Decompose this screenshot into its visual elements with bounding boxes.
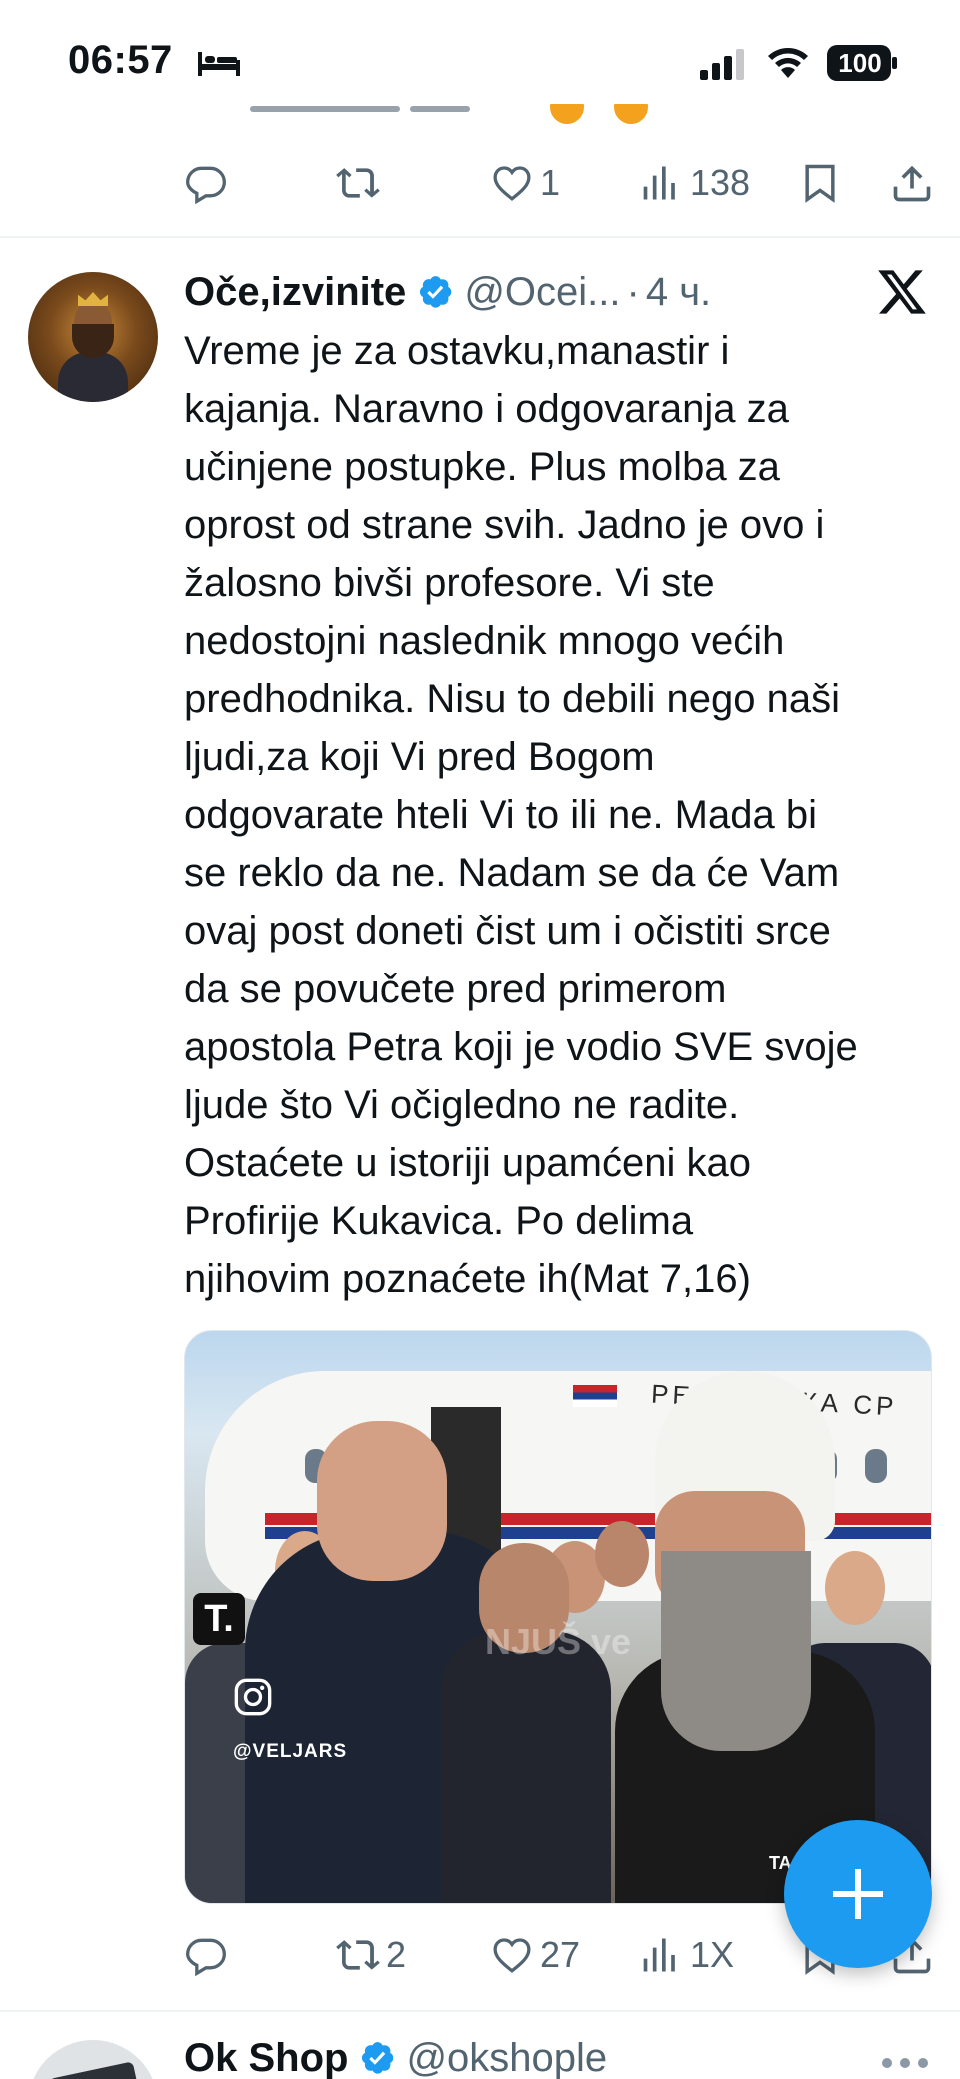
reply-icon bbox=[186, 166, 226, 205]
status-time: 06:57 bbox=[68, 38, 173, 82]
like-count: 1 bbox=[540, 162, 561, 203]
display-name[interactable]: Ok Shop bbox=[184, 2036, 348, 2079]
retweet-icon bbox=[336, 168, 380, 198]
avatar[interactable] bbox=[28, 2040, 158, 2079]
views-count: 1X bbox=[690, 1934, 735, 1975]
watermark-logo: T. bbox=[193, 1593, 245, 1645]
serbian-flag bbox=[573, 1385, 617, 1407]
heart-icon bbox=[493, 166, 531, 201]
divider bbox=[0, 236, 960, 238]
share-icon bbox=[893, 165, 931, 202]
status-bar: 06:57 100 bbox=[0, 0, 960, 116]
next-tweet-header: Ok Shop @okshople bbox=[184, 2030, 884, 2079]
plus-icon bbox=[833, 1869, 883, 1919]
bookmark-button[interactable] bbox=[798, 158, 842, 208]
signal-icon bbox=[700, 49, 744, 80]
bed-icon bbox=[198, 52, 240, 76]
reply-icon bbox=[186, 1938, 226, 1977]
reply-button[interactable] bbox=[184, 158, 234, 208]
verified-icon bbox=[362, 2042, 394, 2074]
divider bbox=[0, 2010, 960, 2012]
more-options-icon[interactable] bbox=[880, 2056, 930, 2070]
wifi-icon bbox=[768, 48, 808, 78]
watermark-center: NJUŠ ve bbox=[485, 1621, 632, 1662]
tweet-video[interactable]: РЕПУБЛИКА СР T. @VELJARS NJUŠ ve TA bbox=[184, 1330, 932, 1904]
previous-tweet-text-fragment bbox=[250, 104, 670, 124]
bookmark-icon bbox=[805, 164, 835, 203]
views-icon bbox=[643, 1938, 675, 1972]
avatar[interactable] bbox=[28, 272, 158, 402]
timestamp[interactable]: 4 ч. bbox=[646, 270, 711, 315]
compose-button[interactable] bbox=[784, 1820, 932, 1968]
retweet-button[interactable]: 2 bbox=[336, 1930, 406, 1980]
views-button[interactable]: 138 bbox=[640, 158, 750, 208]
like-count: 27 bbox=[540, 1934, 581, 1975]
x-logo-icon bbox=[878, 270, 926, 314]
tweet-header: Oče,izvinite @Ocei... · 4 ч. bbox=[184, 264, 874, 320]
instagram-icon bbox=[234, 1678, 272, 1716]
user-handle[interactable]: @okshople bbox=[406, 2036, 607, 2079]
display-name[interactable]: Oče,izvinite bbox=[184, 270, 406, 315]
tweet-text: Vreme je za ostavku,manastir i kajanja. … bbox=[184, 329, 858, 1301]
verified-icon bbox=[420, 276, 452, 308]
retweet-button[interactable] bbox=[336, 158, 380, 208]
user-handle[interactable]: @Ocei... bbox=[464, 270, 620, 315]
battery-level: 100 bbox=[838, 48, 882, 78]
views-count: 138 bbox=[690, 162, 751, 203]
previous-tweet-actions: 1 138 bbox=[184, 158, 944, 208]
heart-icon bbox=[493, 1938, 531, 1973]
retweet-count: 2 bbox=[386, 1934, 407, 1975]
reply-button[interactable] bbox=[184, 1930, 234, 1980]
views-button[interactable]: 1X bbox=[640, 1930, 734, 1980]
separator: · bbox=[626, 269, 640, 314]
like-button[interactable]: 27 bbox=[490, 1930, 580, 1980]
views-icon bbox=[643, 166, 675, 200]
watermark-handle: @VELJARS bbox=[233, 1741, 348, 1762]
share-button[interactable] bbox=[890, 158, 934, 208]
retweet-icon bbox=[336, 1940, 380, 1970]
like-button[interactable]: 1 bbox=[490, 158, 560, 208]
